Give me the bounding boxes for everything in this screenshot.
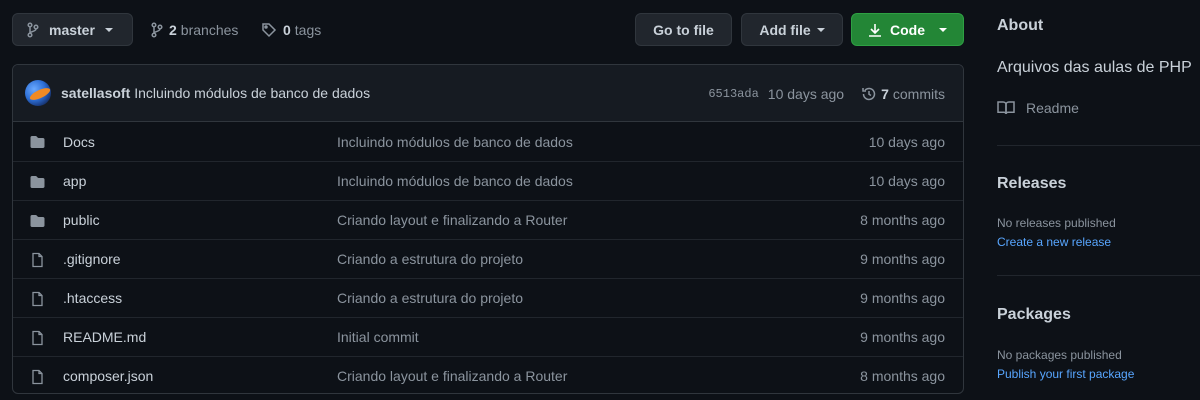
tags-link[interactable]: 0 tags	[261, 13, 321, 46]
commits-count: 7	[881, 85, 889, 102]
file-age: 9 months ago	[860, 290, 945, 306]
file-list-box: satellasoft Incluindo módulos de banco d…	[12, 64, 964, 394]
file-rows: Docs Incluindo módulos de banco de dados 1…	[13, 122, 963, 393]
file-age: 8 months ago	[860, 212, 945, 228]
file-age: 10 days ago	[868, 173, 945, 189]
code-label: Code	[890, 21, 925, 38]
latest-commit-bar: satellasoft Incluindo módulos de banco d…	[13, 65, 963, 122]
commits-label: commits	[892, 85, 945, 102]
add-file-button[interactable]: Add file	[741, 13, 843, 46]
file-icon	[29, 369, 46, 385]
publish-package-link[interactable]: Publish your first package	[997, 367, 1134, 381]
file-row[interactable]: README.md Initial commit 9 months ago	[13, 317, 963, 356]
file-row[interactable]: Docs Incluindo módulos de banco de dados 1…	[13, 122, 963, 161]
go-to-file-label: Go to file	[653, 21, 714, 38]
tags-count: 0	[283, 21, 291, 38]
file-commit-message[interactable]: Criando a estrutura do projeto	[337, 251, 523, 267]
file-row[interactable]: .htaccess Criando a estrutura do projeto 9…	[13, 278, 963, 317]
divider	[997, 275, 1200, 276]
readme-label: Readme	[1026, 100, 1079, 116]
readme-link[interactable]: Readme	[997, 100, 1079, 116]
commit-sha[interactable]: 6513ada	[708, 87, 758, 101]
file-name[interactable]: README.md	[63, 329, 146, 345]
commit-age: 10 days ago	[767, 85, 845, 102]
file-age: 9 months ago	[860, 329, 945, 345]
tag-icon	[262, 22, 277, 37]
file-name[interactable]: .htaccess	[63, 290, 122, 306]
chevron-down-icon	[816, 27, 825, 32]
file-name[interactable]: .gitignore	[63, 251, 121, 267]
commits-history-link[interactable]: 7 commits	[861, 86, 945, 102]
divider	[997, 145, 1200, 146]
file-commit-message[interactable]: Initial commit	[337, 329, 419, 345]
commit-author[interactable]: satellasoft	[61, 85, 130, 101]
no-packages-text: No packages published	[997, 348, 1122, 362]
file-icon	[29, 291, 46, 307]
branches-count: 2	[169, 21, 177, 38]
history-icon	[862, 87, 876, 100]
file-row[interactable]: app Incluindo módulos de banco de dados 10…	[13, 161, 963, 200]
book-icon	[997, 101, 1015, 115]
about-description: Arquivos das aulas de PHP	[997, 59, 1192, 76]
add-file-label: Add file	[759, 21, 811, 38]
file-icon	[29, 330, 46, 346]
branches-link[interactable]: 2 branches	[151, 13, 238, 46]
file-commit-message[interactable]: Incluindo módulos de banco de dados	[337, 134, 573, 150]
file-name[interactable]: Docs	[63, 134, 95, 150]
releases-heading[interactable]: Releases	[997, 175, 1066, 193]
file-name[interactable]: composer.json	[63, 368, 153, 384]
file-row[interactable]: composer.json Criando layout e finalizand…	[13, 356, 963, 393]
branch-name: master	[49, 21, 95, 38]
file-row[interactable]: public Criando layout e finalizando a Rou…	[13, 200, 963, 239]
repo-sidebar: About Arquivos das aulas de PHP Readme R…	[997, 0, 1200, 400]
packages-heading[interactable]: Packages	[997, 306, 1071, 324]
tags-label: tags	[294, 21, 322, 38]
file-commit-message[interactable]: Criando a estrutura do projeto	[337, 290, 523, 306]
create-release-link[interactable]: Create a new release	[997, 235, 1111, 249]
author-avatar[interactable]	[25, 80, 51, 106]
branch-select-button[interactable]: master	[12, 13, 133, 46]
file-age: 9 months ago	[860, 251, 945, 267]
file-row[interactable]: .gitignore Criando a estrutura do projeto…	[13, 239, 963, 278]
chevron-down-icon	[939, 27, 947, 32]
folder-icon	[29, 174, 46, 190]
file-age: 10 days ago	[868, 133, 945, 150]
file-commit-message[interactable]: Criando layout e finalizando a Router	[337, 368, 567, 384]
about-heading: About	[997, 17, 1044, 34]
git-branch-icon	[27, 21, 39, 38]
file-name[interactable]: app	[63, 173, 86, 189]
download-icon	[869, 23, 881, 37]
no-releases-text: No releases published	[997, 216, 1116, 230]
folder-icon	[29, 134, 46, 150]
folder-icon	[29, 213, 46, 229]
file-icon	[29, 252, 46, 268]
file-age: 8 months ago	[860, 368, 945, 384]
git-branch-icon	[151, 21, 163, 38]
file-name[interactable]: public	[63, 212, 100, 228]
branches-label: branches	[180, 21, 239, 38]
chevron-down-icon	[104, 27, 113, 32]
code-button[interactable]: Code	[851, 13, 964, 46]
file-commit-message[interactable]: Incluindo módulos de banco de dados	[337, 173, 573, 189]
commit-message[interactable]: Incluindo módulos de banco de dados	[134, 85, 370, 101]
file-commit-message[interactable]: Criando layout e finalizando a Router	[337, 212, 567, 228]
go-to-file-button[interactable]: Go to file	[635, 13, 732, 46]
